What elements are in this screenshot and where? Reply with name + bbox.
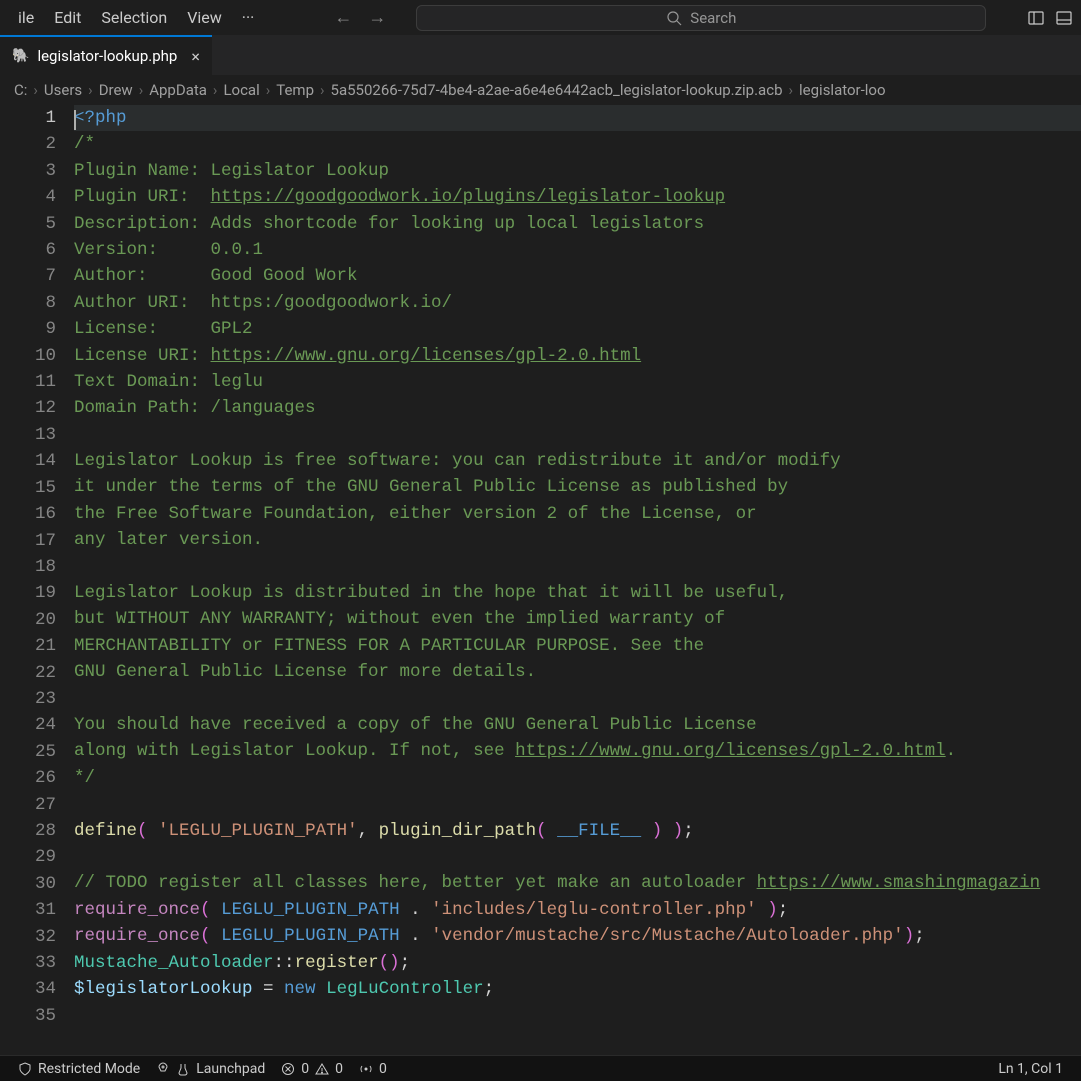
code-line[interactable]: Domain Path: /languages (74, 395, 1081, 421)
nav-arrows: ← → (334, 7, 386, 28)
code-line[interactable]: */ (74, 765, 1081, 791)
menubar: ile Edit Selection View ··· (8, 2, 264, 33)
titlebar: ile Edit Selection View ··· ← → Search (0, 0, 1081, 35)
layout-panel-left-icon[interactable] (1027, 9, 1045, 27)
code-line[interactable]: $legislatorLookup = new LegLuController; (74, 976, 1081, 1002)
breadcrumb-segment[interactable]: legislator-loo (799, 81, 886, 99)
code-line[interactable]: Description: Adds shortcode for looking … (74, 211, 1081, 237)
code-line[interactable]: Mustache_Autoloader::register(); (74, 950, 1081, 976)
problems[interactable]: 0 0 (273, 1061, 351, 1077)
search-input[interactable]: Search (416, 5, 986, 31)
code-line[interactable]: MERCHANTABILITY or FITNESS FOR A PARTICU… (74, 633, 1081, 659)
code-line[interactable]: <?php (74, 105, 1081, 131)
code-line[interactable]: it under the terms of the GNU General Pu… (74, 474, 1081, 500)
code-line[interactable]: require_once( LEGLU_PLUGIN_PATH . 'vendo… (74, 923, 1081, 949)
breadcrumb-sep: › (789, 81, 794, 99)
code-line[interactable]: require_once( LEGLU_PLUGIN_PATH . 'inclu… (74, 897, 1081, 923)
code-line[interactable]: along with Legislator Lookup. If not, se… (74, 738, 1081, 764)
breadcrumb[interactable]: C: › Users › Drew › AppData › Local › Temp › 5a55026… (0, 75, 1081, 105)
code-line[interactable]: Author URI: https:/goodgoodwork.io/ (74, 290, 1081, 316)
error-icon (281, 1062, 295, 1076)
shield-icon (18, 1062, 32, 1076)
restricted-mode[interactable]: Restricted Mode (10, 1061, 148, 1077)
breadcrumb-segment[interactable]: 5a550266-75d7-4be4-a2ae-a6e4e6442acb_leg… (331, 81, 783, 99)
line-gutter: 1234567891011121314151617181920212223242… (0, 105, 74, 1029)
code-line[interactable]: Version: 0.0.1 (74, 237, 1081, 263)
code-line[interactable]: but WITHOUT ANY WARRANTY; without even t… (74, 606, 1081, 632)
code-line[interactable]: License URI: https://www.gnu.org/license… (74, 343, 1081, 369)
breadcrumb-segment[interactable]: Local (223, 81, 259, 99)
breadcrumb-segment[interactable]: Temp (276, 81, 314, 99)
breadcrumb-segment[interactable]: Users (44, 81, 82, 99)
code-line[interactable] (74, 554, 1081, 580)
layout-panel-bottom-icon[interactable] (1055, 9, 1073, 27)
code-line[interactable]: Author: Good Good Work (74, 263, 1081, 289)
code-line[interactable]: /* (74, 131, 1081, 157)
code-line[interactable]: // TODO register all classes here, bette… (74, 870, 1081, 896)
radio-icon (359, 1062, 373, 1076)
breadcrumb-sep: › (88, 81, 93, 99)
code-line[interactable] (74, 844, 1081, 870)
menu-selection[interactable]: Selection (91, 2, 177, 33)
menu-more[interactable]: ··· (232, 2, 265, 33)
layout-icons (1027, 9, 1073, 27)
cursor-position[interactable]: Ln 1, Col 1 (990, 1061, 1071, 1077)
code-line[interactable]: any later version. (74, 527, 1081, 553)
breadcrumb-sep: › (320, 81, 325, 99)
code-line[interactable] (74, 791, 1081, 817)
warning-icon (315, 1062, 329, 1076)
php-file-icon: 🐘 (12, 48, 29, 64)
code-editor[interactable]: 1234567891011121314151617181920212223242… (0, 105, 1081, 1029)
tab-label: legislator-lookup.php (37, 47, 177, 65)
breadcrumb-sep: › (213, 81, 218, 99)
menu-view[interactable]: View (177, 2, 232, 33)
ports[interactable]: 0 (351, 1061, 395, 1077)
code-line[interactable] (74, 1002, 1081, 1028)
code-line[interactable]: Plugin URI: https://goodgoodwork.io/plug… (74, 184, 1081, 210)
code-line[interactable]: Plugin Name: Legislator Lookup (74, 158, 1081, 184)
code-line[interactable]: define( 'LEGLU_PLUGIN_PATH', plugin_dir_… (74, 818, 1081, 844)
code-content[interactable]: <?php/*Plugin Name: Legislator LookupPlu… (74, 105, 1081, 1029)
breadcrumb-sep: › (33, 81, 38, 99)
breadcrumb-segment[interactable]: AppData (149, 81, 207, 99)
code-line[interactable]: You should have received a copy of the G… (74, 712, 1081, 738)
nav-forward-icon[interactable]: → (368, 7, 386, 28)
breadcrumb-sep: › (266, 81, 271, 99)
tab-active[interactable]: 🐘 legislator-lookup.php × (0, 35, 212, 75)
menu-file[interactable]: ile (8, 2, 44, 33)
statusbar: Restricted Mode Launchpad 0 0 0 Ln 1, Co… (0, 1055, 1081, 1081)
breadcrumb-sep: › (139, 81, 144, 99)
breadcrumb-segment[interactable]: Drew (99, 81, 133, 99)
code-line[interactable]: License: GPL2 (74, 316, 1081, 342)
code-line[interactable]: Legislator Lookup is free software: you … (74, 448, 1081, 474)
code-line[interactable]: GNU General Public License for more deta… (74, 659, 1081, 685)
code-line[interactable]: the Free Software Foundation, either ver… (74, 501, 1081, 527)
beaker-icon (176, 1062, 190, 1076)
launchpad[interactable]: Launchpad (148, 1061, 273, 1077)
code-line[interactable] (74, 686, 1081, 712)
search-placeholder: Search (690, 9, 736, 27)
nav-back-icon[interactable]: ← (334, 7, 352, 28)
search-icon (666, 10, 682, 26)
code-line[interactable]: Legislator Lookup is distributed in the … (74, 580, 1081, 606)
menu-edit[interactable]: Edit (44, 2, 91, 33)
close-icon[interactable]: × (191, 47, 200, 66)
code-line[interactable] (74, 422, 1081, 448)
rocket-icon (156, 1062, 170, 1076)
editor-tabs: 🐘 legislator-lookup.php × (0, 35, 1081, 75)
code-line[interactable]: Text Domain: leglu (74, 369, 1081, 395)
breadcrumb-segment[interactable]: C: (14, 81, 27, 99)
